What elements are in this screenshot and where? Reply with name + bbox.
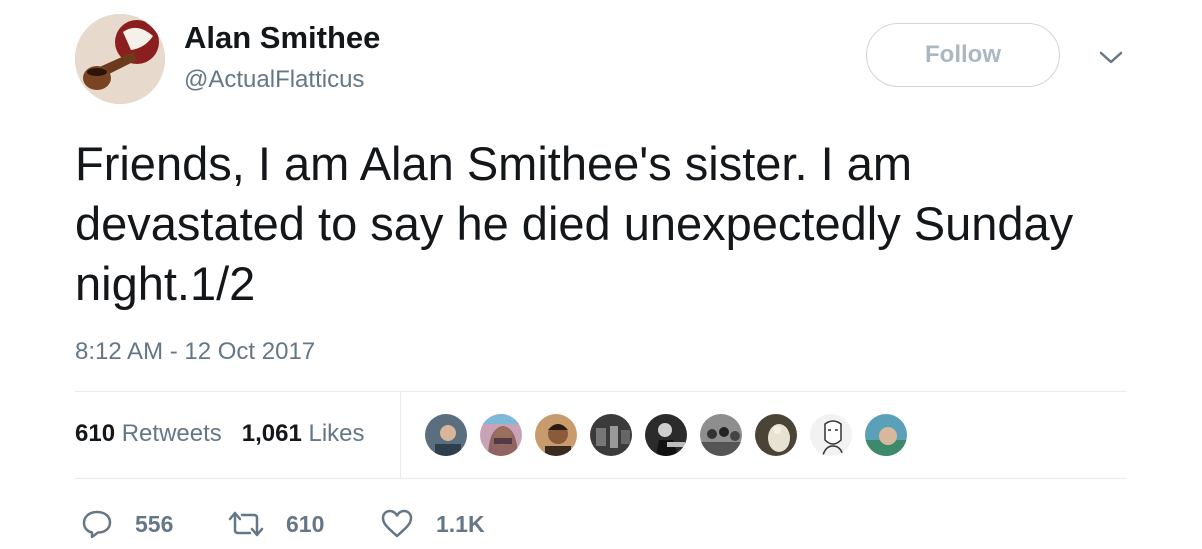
retweets-stat[interactable]: 610 Retweets: [75, 420, 222, 448]
tweet-menu-button[interactable]: [1098, 48, 1124, 68]
retweet-icon: [228, 511, 264, 537]
tweet-text: Friends, I am Alan Smithee's sister. I a…: [75, 137, 1074, 310]
tweet-stats: 610 Retweets 1,061 Likes: [75, 420, 365, 448]
liker-avatar[interactable]: [698, 412, 744, 458]
liker-avatar[interactable]: [533, 412, 579, 458]
liker-avatar[interactable]: [808, 412, 854, 458]
stats-separator: [400, 392, 401, 478]
retweet-button[interactable]: 610: [228, 504, 324, 544]
chevron-down-icon: [1099, 51, 1123, 64]
liker-avatar[interactable]: [753, 412, 799, 458]
divider-top: [75, 391, 1127, 392]
reply-count: 556: [135, 510, 174, 537]
likes-label: Likes: [308, 420, 365, 447]
like-button[interactable]: 1.1K: [380, 504, 485, 544]
heart-icon: [381, 509, 413, 538]
retweets-count: 610: [75, 420, 116, 447]
follow-button[interactable]: Follow: [866, 23, 1060, 87]
author-avatar[interactable]: [75, 14, 165, 104]
likes-count: 1,061: [241, 420, 302, 447]
tweet-timestamp[interactable]: 8:12 AM - 12 Oct 2017: [75, 338, 315, 366]
pipe-avatar-icon: [75, 14, 165, 104]
retweets-label: Retweets: [121, 420, 222, 447]
author-display-name[interactable]: Alan Smithee: [184, 20, 380, 56]
liker-avatar[interactable]: [643, 412, 689, 458]
liker-avatar[interactable]: [588, 412, 634, 458]
divider-bottom: [75, 478, 1127, 479]
follow-button-label: Follow: [925, 41, 1001, 68]
reply-button[interactable]: 556: [81, 504, 173, 544]
liker-avatar[interactable]: [863, 412, 909, 458]
liker-avatar[interactable]: [478, 412, 524, 458]
likes-stat[interactable]: 1,061 Likes: [242, 420, 365, 448]
retweet-count: 610: [286, 510, 325, 537]
reply-icon: [82, 510, 112, 539]
liker-avatar[interactable]: [423, 412, 469, 458]
author-handle[interactable]: @ActualFlatticus: [184, 66, 364, 94]
like-count: 1.1K: [436, 510, 485, 537]
